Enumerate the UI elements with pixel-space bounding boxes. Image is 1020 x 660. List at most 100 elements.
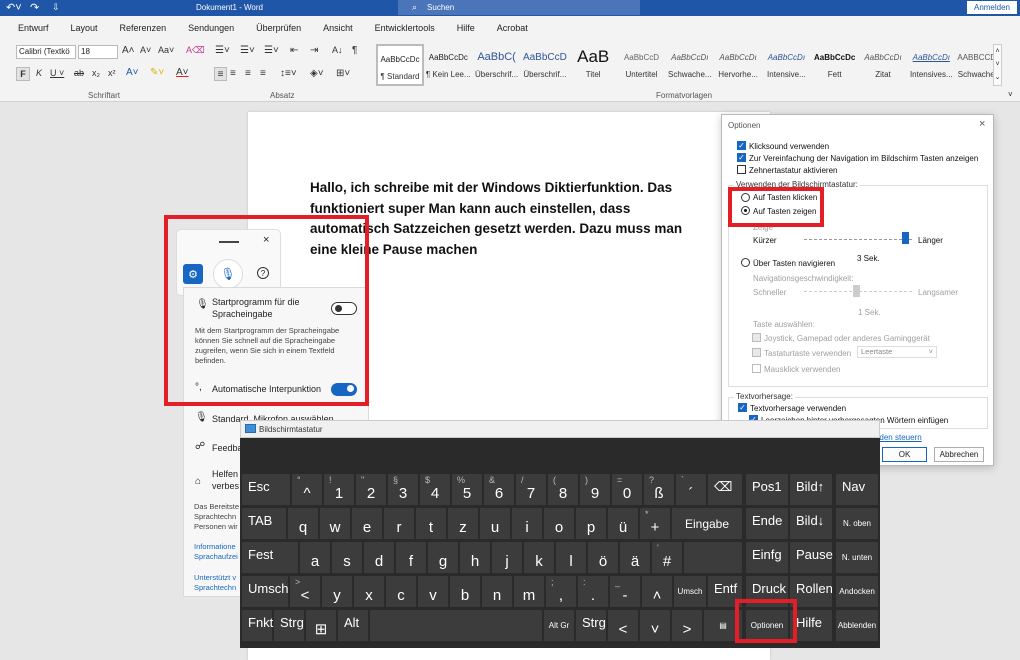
keyboard-key[interactable]: e bbox=[352, 508, 382, 539]
keyboard-key[interactable]: j bbox=[492, 542, 522, 573]
keyboard-key[interactable]: i bbox=[512, 508, 542, 539]
superscript-icon[interactable]: x² bbox=[108, 68, 116, 78]
keyboard-key[interactable]: m bbox=[514, 576, 544, 607]
navtasten-checkbox[interactable]: ✓ bbox=[737, 153, 746, 162]
keyboard-key[interactable]: k bbox=[524, 542, 554, 573]
keyboard-key[interactable]: w bbox=[320, 508, 350, 539]
keyboard-key[interactable]: < bbox=[608, 610, 638, 641]
font-color-icon[interactable]: A˅ bbox=[176, 67, 189, 78]
zehner-checkbox[interactable] bbox=[737, 165, 746, 174]
keyboard-key[interactable]: Pause bbox=[790, 542, 833, 573]
align-right-icon[interactable]: ≡ bbox=[245, 68, 251, 79]
keyboard-key[interactable]: f bbox=[396, 542, 426, 573]
justify-icon[interactable]: ≡ bbox=[260, 68, 266, 79]
keyboard-key[interactable]: u bbox=[480, 508, 510, 539]
keyboard-key[interactable]: s bbox=[332, 542, 362, 573]
keyboard-key[interactable]: Strg bbox=[274, 610, 304, 641]
undo-icon[interactable]: ↶˅ bbox=[6, 1, 22, 14]
keyboard-key[interactable]: :. bbox=[578, 576, 608, 607]
decrease-indent-icon[interactable]: ⇤ bbox=[290, 45, 298, 56]
keyboard-key[interactable]: $4 bbox=[420, 474, 450, 505]
keyboard-key[interactable]: ? ß bbox=[644, 474, 674, 505]
keyboard-key[interactable]: ° ^ bbox=[292, 474, 322, 505]
keyboard-key[interactable]: Fest bbox=[242, 542, 298, 573]
borders-icon[interactable]: ⊞˅ bbox=[336, 68, 350, 79]
keyboard-key[interactable]: c bbox=[386, 576, 416, 607]
clear-format-icon[interactable]: A⌫ bbox=[186, 45, 205, 56]
keyboard-titlebar[interactable]: Bildschirmtastatur bbox=[240, 420, 880, 438]
align-left-icon[interactable]: ≡ bbox=[214, 67, 227, 81]
tab-entwurf[interactable]: Entwurf bbox=[18, 23, 49, 33]
keyboard-key[interactable]: p bbox=[576, 508, 606, 539]
style-item[interactable]: AaBbC(Überschrif... bbox=[473, 44, 521, 86]
tab-layout[interactable]: Layout bbox=[71, 23, 98, 33]
keyboard-key[interactable]: Andocken bbox=[836, 576, 878, 607]
keyboard-key[interactable]: Alt Gr bbox=[544, 610, 574, 641]
keyboard-key[interactable]: § 3 bbox=[388, 474, 418, 505]
italic-icon[interactable]: K bbox=[36, 68, 42, 78]
style-item[interactable]: AaBbCcDı Intensive... bbox=[762, 44, 810, 86]
joystick-checkbox[interactable] bbox=[752, 333, 761, 342]
bullets-icon[interactable]: ☰˅ bbox=[215, 45, 230, 56]
style-item[interactable]: AaBbCcDı Schwache... bbox=[666, 44, 714, 86]
search-box[interactable]: ⌕ Suchen bbox=[398, 0, 640, 15]
shrink-font-icon[interactable]: A˅ bbox=[140, 45, 151, 55]
keyboard-key[interactable]: Bild↑ bbox=[790, 474, 832, 505]
keyboard-key[interactable] bbox=[370, 610, 542, 641]
keyboard-key[interactable]: ` ´ bbox=[676, 474, 706, 505]
qat-more-icon[interactable]: ⇩ bbox=[52, 2, 60, 13]
keyboard-key[interactable]: ˅ bbox=[640, 610, 670, 641]
keyboard-key[interactable]: y bbox=[322, 576, 352, 607]
keyboard-key[interactable]: ) 9 bbox=[580, 474, 610, 505]
keyboard-key[interactable]: g bbox=[428, 542, 458, 573]
styles-scroll[interactable]: ˄ ˅ ⌄ bbox=[993, 44, 1002, 86]
subscript-icon[interactable]: x₂ bbox=[92, 68, 100, 78]
multilevel-icon[interactable]: ☰˅ bbox=[264, 45, 279, 56]
keyboard-key[interactable]: ⊞ bbox=[306, 610, 336, 641]
info-link-1[interactable]: Informatione bbox=[194, 542, 236, 551]
keyboard-key[interactable]: Pos1 bbox=[746, 474, 788, 505]
klicksound-checkbox[interactable]: ✓ bbox=[737, 141, 746, 150]
keyboard-key[interactable]: Alt bbox=[338, 610, 368, 641]
font-name-select[interactable]: Calibri (Textkö bbox=[16, 45, 76, 59]
tab-hilfe[interactable]: Hilfe bbox=[457, 23, 475, 33]
keyboard-key[interactable]: Esc bbox=[242, 474, 290, 505]
highlight-icon[interactable]: ✎˅ bbox=[150, 67, 164, 78]
keyboard-key[interactable]: _ - bbox=[610, 576, 640, 607]
keyboard-key[interactable]: ! 1 bbox=[324, 474, 354, 505]
keyboard-key[interactable]: q bbox=[288, 508, 318, 539]
keyboard-key[interactable]: x bbox=[354, 576, 384, 607]
style-item[interactable]: AaB Titel bbox=[569, 44, 617, 86]
scan-slider-thumb[interactable] bbox=[853, 285, 860, 297]
feedback-label[interactable]: Feedba bbox=[212, 443, 243, 453]
keyboard-key[interactable]: * + bbox=[640, 508, 670, 539]
keyboard-key[interactable]: (8 bbox=[548, 474, 578, 505]
keyboard-key[interactable]: TAB bbox=[242, 508, 286, 539]
keyboard-key[interactable]: N. unten bbox=[836, 542, 878, 573]
hover-slider-track[interactable] bbox=[804, 239, 912, 240]
keyboard-key[interactable]: Strg bbox=[576, 610, 606, 641]
style-item[interactable]: AaBbCcDc Fett bbox=[811, 44, 859, 86]
mouse-checkbox[interactable] bbox=[752, 364, 761, 373]
keyboard-key[interactable]: > bbox=[672, 610, 702, 641]
keyboard-key[interactable]: a bbox=[300, 542, 330, 573]
sort-icon[interactable]: A↓ bbox=[332, 45, 343, 55]
keyboard-key[interactable]: & 6 bbox=[484, 474, 514, 505]
keyboard-key[interactable]: v bbox=[418, 576, 448, 607]
pilcrow-icon[interactable]: ¶ bbox=[352, 45, 357, 56]
keyboard-key[interactable]: l bbox=[556, 542, 586, 573]
predict-checkbox[interactable]: ✓ bbox=[738, 403, 747, 412]
keyboard-key[interactable]: ˄ bbox=[642, 576, 672, 607]
keyboard-key[interactable]: z bbox=[448, 508, 478, 539]
increase-indent-icon[interactable]: ⇥ bbox=[310, 45, 318, 56]
align-center-icon[interactable]: ≡ bbox=[230, 68, 236, 79]
ok-button[interactable]: OK bbox=[882, 447, 927, 462]
keyboard-key[interactable]: = 0 bbox=[612, 474, 642, 505]
keyboard-key[interactable]: Einfg bbox=[746, 542, 788, 573]
keyboard-key[interactable]: ü bbox=[608, 508, 638, 539]
keyboard-key[interactable]: Umsch bbox=[242, 576, 288, 607]
tab-ansicht[interactable]: Ansicht bbox=[323, 23, 353, 33]
info-link-2b[interactable]: Sprachtechn bbox=[194, 583, 236, 592]
redo-icon[interactable]: ↷ bbox=[30, 1, 39, 14]
keyboard-key[interactable]: Fnkt bbox=[242, 610, 273, 641]
